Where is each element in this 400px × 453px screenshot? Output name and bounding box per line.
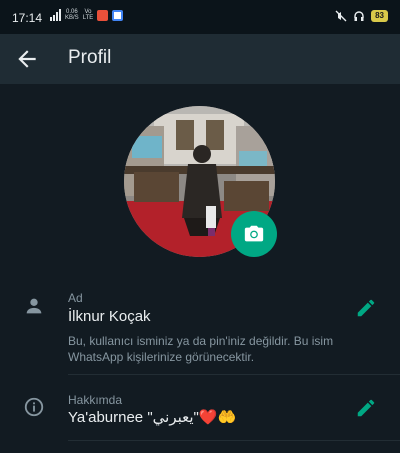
edit-about-pencil-icon[interactable] bbox=[355, 397, 377, 419]
app-bar: Profil bbox=[0, 34, 400, 84]
back-arrow-icon[interactable] bbox=[14, 46, 40, 72]
network-speed: 0.06 KB/S bbox=[65, 9, 79, 21]
divider bbox=[68, 374, 400, 375]
status-time: 17:14 bbox=[12, 11, 43, 25]
info-icon bbox=[24, 397, 44, 417]
chrome-icon bbox=[112, 9, 124, 21]
network-speed-unit: KB/S bbox=[65, 15, 79, 21]
about-value[interactable]: Ya'aburnee "يعبرني"❤️🤲 bbox=[68, 408, 236, 426]
music-app-icon bbox=[97, 9, 109, 21]
status-bar: 17:14 0.06 KB/S Vo LTE 83 bbox=[0, 0, 400, 34]
status-left-icons: 0.06 KB/S Vo LTE bbox=[50, 9, 124, 21]
headphones-icon bbox=[354, 11, 364, 21]
volte-indicator: Vo LTE bbox=[83, 9, 94, 21]
edit-name-pencil-icon[interactable] bbox=[355, 297, 377, 319]
battery-indicator: 83 bbox=[371, 10, 388, 22]
divider bbox=[68, 440, 400, 441]
person-icon bbox=[26, 298, 42, 314]
name-label: Ad bbox=[68, 291, 83, 305]
signal-icon bbox=[50, 9, 61, 21]
change-photo-button[interactable] bbox=[231, 211, 277, 257]
status-right-icons: 83 bbox=[335, 10, 388, 22]
camera-icon bbox=[244, 225, 264, 242]
name-value[interactable]: İlknur Koçak bbox=[68, 308, 151, 325]
name-hint: Bu, kullanıcı isminiz ya da pin'iniz değ… bbox=[68, 334, 334, 364]
mute-icon bbox=[335, 10, 347, 22]
volte-line-2: LTE bbox=[82, 15, 94, 21]
page-title: Profil bbox=[68, 47, 112, 68]
about-label: Hakkımda bbox=[68, 393, 123, 407]
